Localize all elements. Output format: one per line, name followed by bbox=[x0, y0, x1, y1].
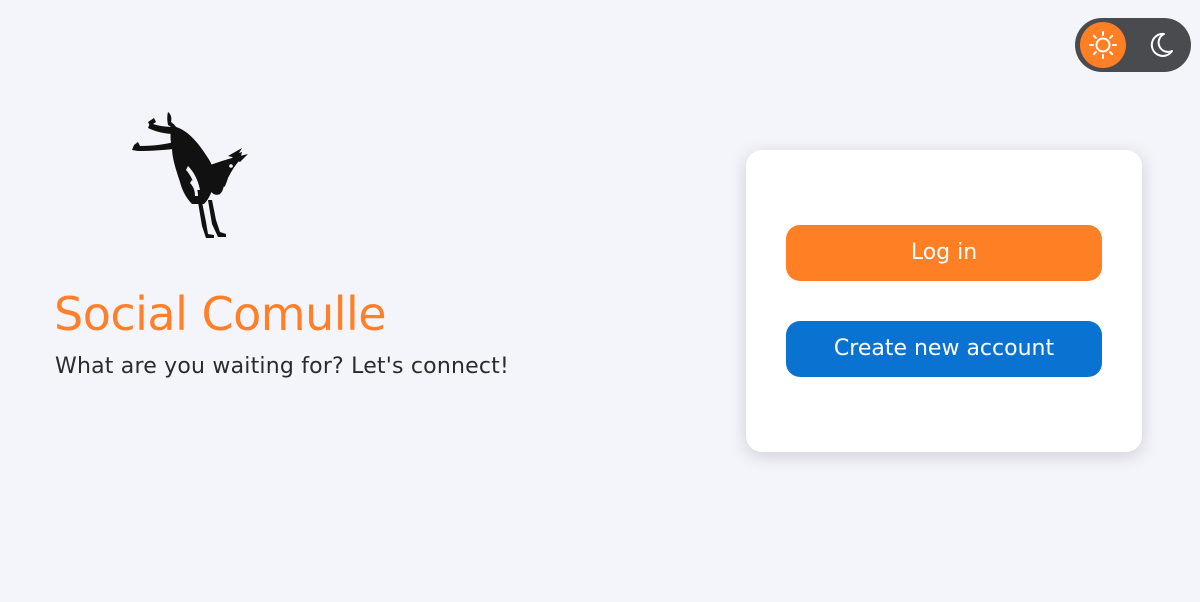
landing-page: Social Comulle What are you waiting for?… bbox=[0, 0, 1200, 602]
kicking-donkey-logo bbox=[132, 112, 248, 238]
auth-card: Log in Create new account bbox=[746, 150, 1142, 452]
sun-icon bbox=[1089, 31, 1117, 59]
moon-icon[interactable] bbox=[1145, 30, 1175, 60]
theme-toggle-knob[interactable] bbox=[1080, 22, 1126, 68]
create-account-button[interactable]: Create new account bbox=[786, 321, 1102, 377]
brand-tagline: What are you waiting for? Let's connect! bbox=[55, 354, 509, 379]
theme-toggle[interactable] bbox=[1075, 18, 1191, 72]
brand-title: Social Comulle bbox=[54, 287, 387, 341]
login-button[interactable]: Log in bbox=[786, 225, 1102, 281]
